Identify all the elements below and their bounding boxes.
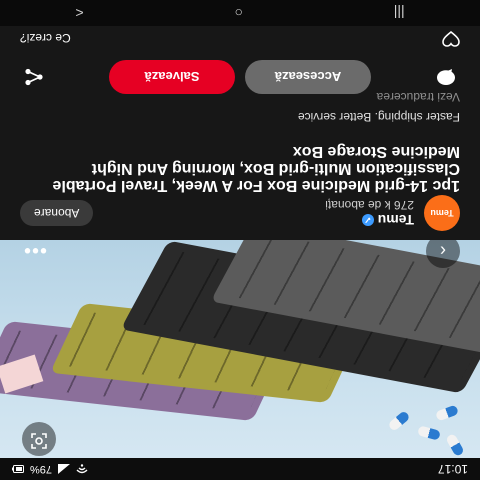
creator-name[interactable]: Temu [378,212,414,228]
hero-image[interactable]: ‹ ••• [0,240,480,458]
visual-search-button[interactable] [22,422,56,456]
comment-icon [437,69,455,85]
pill [417,425,441,441]
battery-icon [12,464,24,474]
verified-check-icon: ✓ [361,214,374,226]
action-bar: Accesează Salvează [20,58,460,96]
clock: 10:17 [437,462,468,476]
status-right: 79% [12,463,88,475]
pill [434,404,460,422]
comment-prompt-row[interactable]: Ce crezi? [0,26,480,50]
avatar[interactable]: Temu [424,195,460,231]
more-icon: ••• [23,240,48,262]
recent-apps-icon[interactable]: ||| [394,5,405,21]
status-left: 10:17 [438,462,468,476]
more-options-button[interactable]: ••• [18,240,52,262]
pin-title: 1pc 14-grid Medicine Box For A Week, Tra… [52,143,460,194]
comment-button[interactable] [432,63,460,91]
wifi-icon [76,464,88,474]
lens-icon [30,428,48,451]
creator-info[interactable]: Temu Temu ✓ 276 k de abonați [325,195,460,231]
chevron-left-icon: ‹ [440,241,446,262]
follow-button[interactable]: Abonare [20,200,94,226]
pin-subtitle: Faster shipping. Better service [297,110,460,124]
pill [445,432,465,458]
share-icon [25,68,43,86]
signal-icon [58,464,71,474]
share-button[interactable] [20,63,48,91]
battery-percent: 79% [30,463,53,475]
app-screen: 10:17 79% ‹ ••• Temu Temu ✓ 276 k de abo… [0,0,480,480]
pill [387,410,411,432]
system-nav-bar: ||| ○ < [0,0,480,26]
comment-prompt[interactable]: Ce crezi? [20,31,71,45]
creator-text: Temu ✓ 276 k de abonați [325,198,414,228]
creator-name-row: Temu ✓ [325,212,414,228]
heart-icon[interactable] [442,29,460,48]
nav-back-icon[interactable]: < [75,5,83,21]
follower-count: 276 k de abonați [325,198,414,212]
save-button[interactable]: Salvează [109,60,235,94]
visit-button[interactable]: Accesează [245,60,371,94]
home-icon[interactable]: ○ [234,5,242,21]
creator-row: Temu Temu ✓ 276 k de abonați Abonare [20,194,460,232]
status-bar: 10:17 79% [0,458,480,480]
primary-actions: Accesează Salvează [109,60,371,94]
